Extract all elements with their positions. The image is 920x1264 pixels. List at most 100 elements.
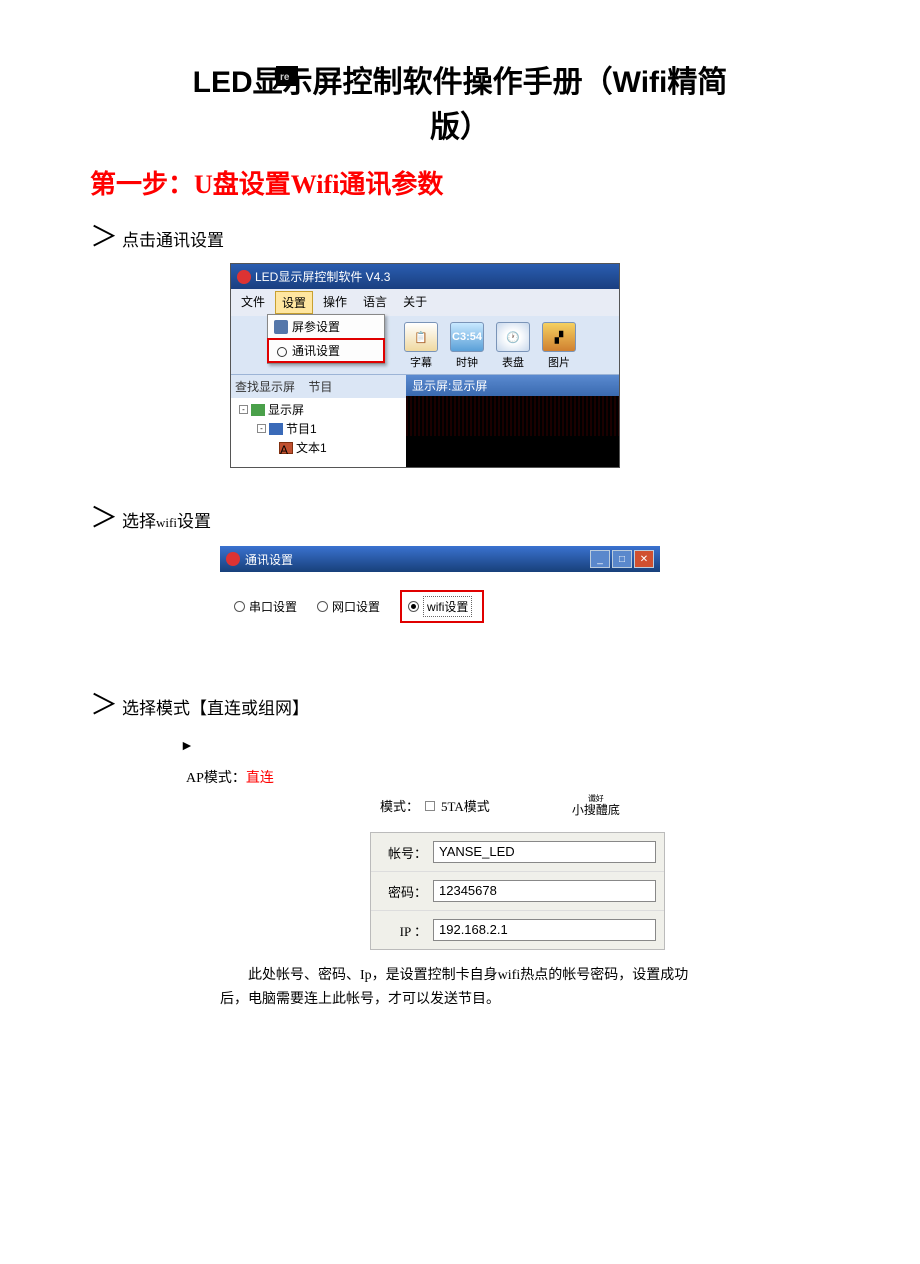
toolbar-picture-label: 图片: [539, 354, 579, 370]
tree-toggle-icon[interactable]: -: [239, 405, 248, 414]
tree-sidebar: 查找显示屏 节目 - 显示屏 - 节目1 A 文本1: [231, 375, 406, 467]
tree-toggle-icon[interactable]: -: [257, 424, 266, 433]
menu-language[interactable]: 语言: [357, 291, 393, 314]
explanation-paragraph: 此处帐号、密码、Ip，是设置控制卡自身wifi热点的帐号密码，设置成功后，电脑需…: [220, 964, 710, 1012]
account-input[interactable]: YANSE_LED: [433, 841, 656, 863]
mode-option: 5TA模式: [441, 796, 490, 815]
mode-label: 模式：: [380, 796, 419, 815]
window-title: LED显示屏控制软件 V4.3: [255, 268, 390, 285]
mode-right-text: 小搜醴底: [572, 803, 620, 817]
radio-wifi-label: wifi设置: [423, 596, 472, 617]
tree-program[interactable]: - 节目1: [233, 419, 402, 438]
radio-wifi-highlighted[interactable]: wifi设置: [400, 590, 484, 623]
picture-icon: ▞: [542, 322, 576, 352]
minimize-button[interactable]: _: [590, 550, 610, 568]
screen-node-icon: [251, 404, 265, 416]
clock-icon: C3:54: [450, 322, 484, 352]
step-1-heading: 第一步：U盘设置Wifi通讯参数: [90, 164, 830, 201]
dialog-body: 串口设置 网口设置 wifi设置: [220, 572, 660, 647]
bullet-3-text: 选择模式【直连或组网】: [122, 694, 309, 719]
toolbar-clock-label: 时钟: [447, 354, 487, 370]
tree-root-label: 显示屏: [268, 401, 304, 418]
tree-text[interactable]: A 文本1: [233, 438, 402, 457]
radio-serial[interactable]: 串口设置: [234, 598, 297, 615]
screenshot-led-software: LED显示屏控制软件 V4.3 文件 设置 操作 语言 关于 屏参设置 通讯设置…: [230, 263, 620, 468]
password-label: 密码：: [379, 882, 433, 901]
ap-mode-line: AP模式：直连: [186, 767, 830, 787]
comm-settings-icon: [274, 344, 288, 358]
window-buttons: _ □ ✕: [590, 550, 654, 568]
screenshot-comm-dialog: 通讯设置 _ □ ✕ 串口设置 网口设置 wifi设置: [220, 546, 660, 647]
sub-arrow: ►: [180, 739, 830, 755]
title-line1: LED显示屏控制软件操作手册（Wifi精简: [90, 60, 830, 105]
radio-network-label: 网口设置: [332, 598, 380, 615]
settings-dropdown: 屏参设置 通讯设置: [267, 314, 385, 364]
ap-mode-label: AP模式：: [186, 771, 246, 786]
screen-params-icon: [274, 320, 288, 334]
bullet-arrow-icon: ＞: [90, 691, 118, 719]
clock-icon-text: C3:54: [452, 331, 482, 343]
radio-serial-label: 串口设置: [249, 598, 297, 615]
checkbox-icon[interactable]: [425, 801, 435, 811]
window-titlebar: LED显示屏控制软件 V4.3: [231, 264, 619, 289]
close-button[interactable]: ✕: [634, 550, 654, 568]
toolbar-clock[interactable]: C3:54 时钟: [447, 322, 487, 370]
title-line2: 版）: [90, 105, 830, 150]
bullet-2: ＞ 选择 wifi 设置: [90, 504, 830, 532]
dial-icon: 🕐: [496, 322, 530, 352]
wifi-form: 帐号： YANSE_LED 密码： 12345678 IP ： 192.168.…: [370, 832, 665, 950]
ap-mode-value: 直连: [246, 771, 274, 786]
radio-network[interactable]: 网口设置: [317, 598, 380, 615]
form-row-password: 密码： 12345678: [371, 872, 664, 911]
dropdown-comm-settings[interactable]: 通讯设置: [267, 338, 385, 363]
app-logo-icon: [237, 270, 251, 284]
dropdown-screen-params[interactable]: 屏参设置: [268, 315, 384, 338]
dialog-title: 通讯设置: [245, 551, 293, 568]
led-preview-area: [406, 396, 619, 436]
radio-icon-selected: [408, 601, 419, 612]
toolbar-subtitle[interactable]: 📋 字幕: [401, 322, 441, 370]
radio-icon: [234, 601, 245, 612]
ip-input[interactable]: 192.168.2.1: [433, 919, 656, 941]
toolbar-picture[interactable]: ▞ 图片: [539, 322, 579, 370]
radio-icon: [317, 601, 328, 612]
tree-program-label: 节目1: [286, 420, 317, 437]
program-label[interactable]: 节目: [308, 380, 332, 394]
bullet-arrow-icon: ＞: [90, 223, 118, 251]
bullet-1-text: 点击通讯设置: [122, 226, 224, 251]
menu-file[interactable]: 文件: [235, 291, 271, 314]
dropdown-item2-label: 通讯设置: [292, 342, 340, 359]
lower-pane: 查找显示屏 节目 - 显示屏 - 节目1 A 文本1: [231, 374, 619, 467]
toolbar-subtitle-label: 字幕: [401, 354, 441, 370]
menu-bar: 文件 设置 操作 语言 关于: [231, 289, 619, 316]
account-label: 帐号：: [379, 843, 433, 862]
find-screen-label[interactable]: 查找显示屏: [235, 380, 295, 394]
preview-label: 显示屏:显示屏: [406, 375, 619, 396]
menu-operations[interactable]: 操作: [317, 291, 353, 314]
document-title: re LED显示屏控制软件操作手册（Wifi精简 版）: [90, 60, 830, 150]
maximize-button[interactable]: □: [612, 550, 632, 568]
mode-selection-row: 模式： 5TA模式 谶好 小搜醴底: [380, 793, 830, 818]
menu-settings[interactable]: 设置: [275, 291, 313, 314]
program-node-icon: [269, 423, 283, 435]
bullet-2-text-c: 设置: [177, 507, 211, 532]
menu-about[interactable]: 关于: [397, 291, 433, 314]
subtitle-icon: 📋: [404, 322, 438, 352]
dialog-titlebar: 通讯设置 _ □ ✕: [220, 546, 660, 572]
dropdown-item1-label: 屏参设置: [292, 318, 340, 335]
toolbar-dial[interactable]: 🕐 表盘: [493, 322, 533, 370]
text-node-icon: A: [279, 442, 293, 454]
bullet-arrow-icon: ＞: [90, 504, 118, 532]
dialog-logo-icon: [226, 552, 240, 566]
bullet-2-text-b: wifi: [156, 515, 177, 531]
tree-root[interactable]: - 显示屏: [233, 400, 402, 419]
preview-panel: 显示屏:显示屏: [406, 375, 619, 467]
ip-label: IP ：: [379, 921, 433, 940]
find-row: 查找显示屏 节目: [231, 375, 406, 398]
bullet-3: ＞ 选择模式【直连或组网】: [90, 691, 830, 719]
toolbar-dial-label: 表盘: [493, 354, 533, 370]
form-row-ip: IP ： 192.168.2.1: [371, 911, 664, 949]
password-input[interactable]: 12345678: [433, 880, 656, 902]
bullet-2-text-a: 选择: [122, 507, 156, 532]
tree-text-label: 文本1: [296, 439, 327, 456]
